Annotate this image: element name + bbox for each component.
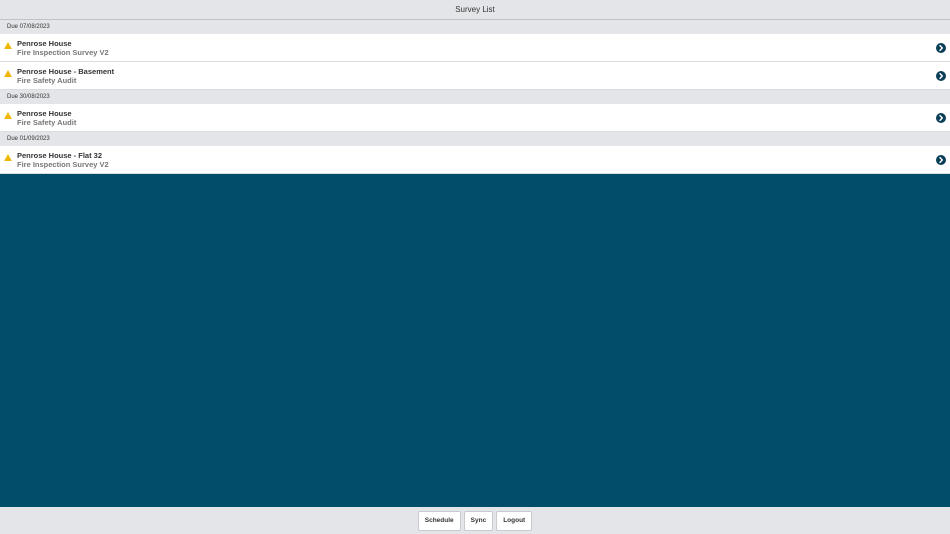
- survey-title: Penrose House: [17, 109, 72, 118]
- schedule-button[interactable]: Schedule: [417, 510, 461, 531]
- survey-item[interactable]: Penrose House Fire Inspection Survey V2: [0, 34, 950, 62]
- warning-icon: [4, 42, 12, 49]
- due-date-header: Due 30/08/2023: [0, 90, 950, 104]
- due-date-label: Due 30/08/2023: [7, 94, 50, 100]
- chevron-right-circle-icon[interactable]: [936, 113, 946, 123]
- due-date-header: Due 07/08/2023: [0, 20, 950, 34]
- survey-type: Fire Inspection Survey V2: [17, 160, 109, 169]
- sync-button[interactable]: Sync: [463, 510, 494, 531]
- survey-list: Due 07/08/2023 Penrose House Fire Inspec…: [0, 20, 950, 174]
- warning-icon: [4, 70, 12, 77]
- survey-item[interactable]: Penrose House - Flat 32 Fire Inspection …: [0, 146, 950, 174]
- survey-title: Penrose House - Basement: [17, 67, 115, 76]
- survey-item[interactable]: Penrose House - Basement Fire Safety Aud…: [0, 62, 950, 90]
- page-title: Survey List: [455, 5, 495, 14]
- survey-item[interactable]: Penrose House Fire Safety Audit: [0, 104, 950, 132]
- warning-icon: [4, 112, 12, 119]
- survey-type: Fire Safety Audit: [17, 118, 77, 127]
- app-header: Survey List: [0, 0, 950, 20]
- survey-title: Penrose House: [17, 39, 72, 48]
- warning-icon: [4, 154, 12, 161]
- due-date-header: Due 01/09/2023: [0, 132, 950, 146]
- due-date-label: Due 07/08/2023: [7, 24, 50, 30]
- footer-toolbar: Schedule Sync Logout: [0, 507, 950, 534]
- chevron-right-circle-icon[interactable]: [936, 155, 946, 165]
- survey-type: Fire Inspection Survey V2: [17, 48, 109, 57]
- chevron-right-circle-icon[interactable]: [936, 43, 946, 53]
- due-date-label: Due 01/09/2023: [7, 136, 50, 142]
- logout-button[interactable]: Logout: [496, 510, 533, 531]
- survey-type: Fire Safety Audit: [17, 76, 77, 85]
- survey-title: Penrose House - Flat 32: [17, 151, 103, 160]
- chevron-right-circle-icon[interactable]: [936, 71, 946, 81]
